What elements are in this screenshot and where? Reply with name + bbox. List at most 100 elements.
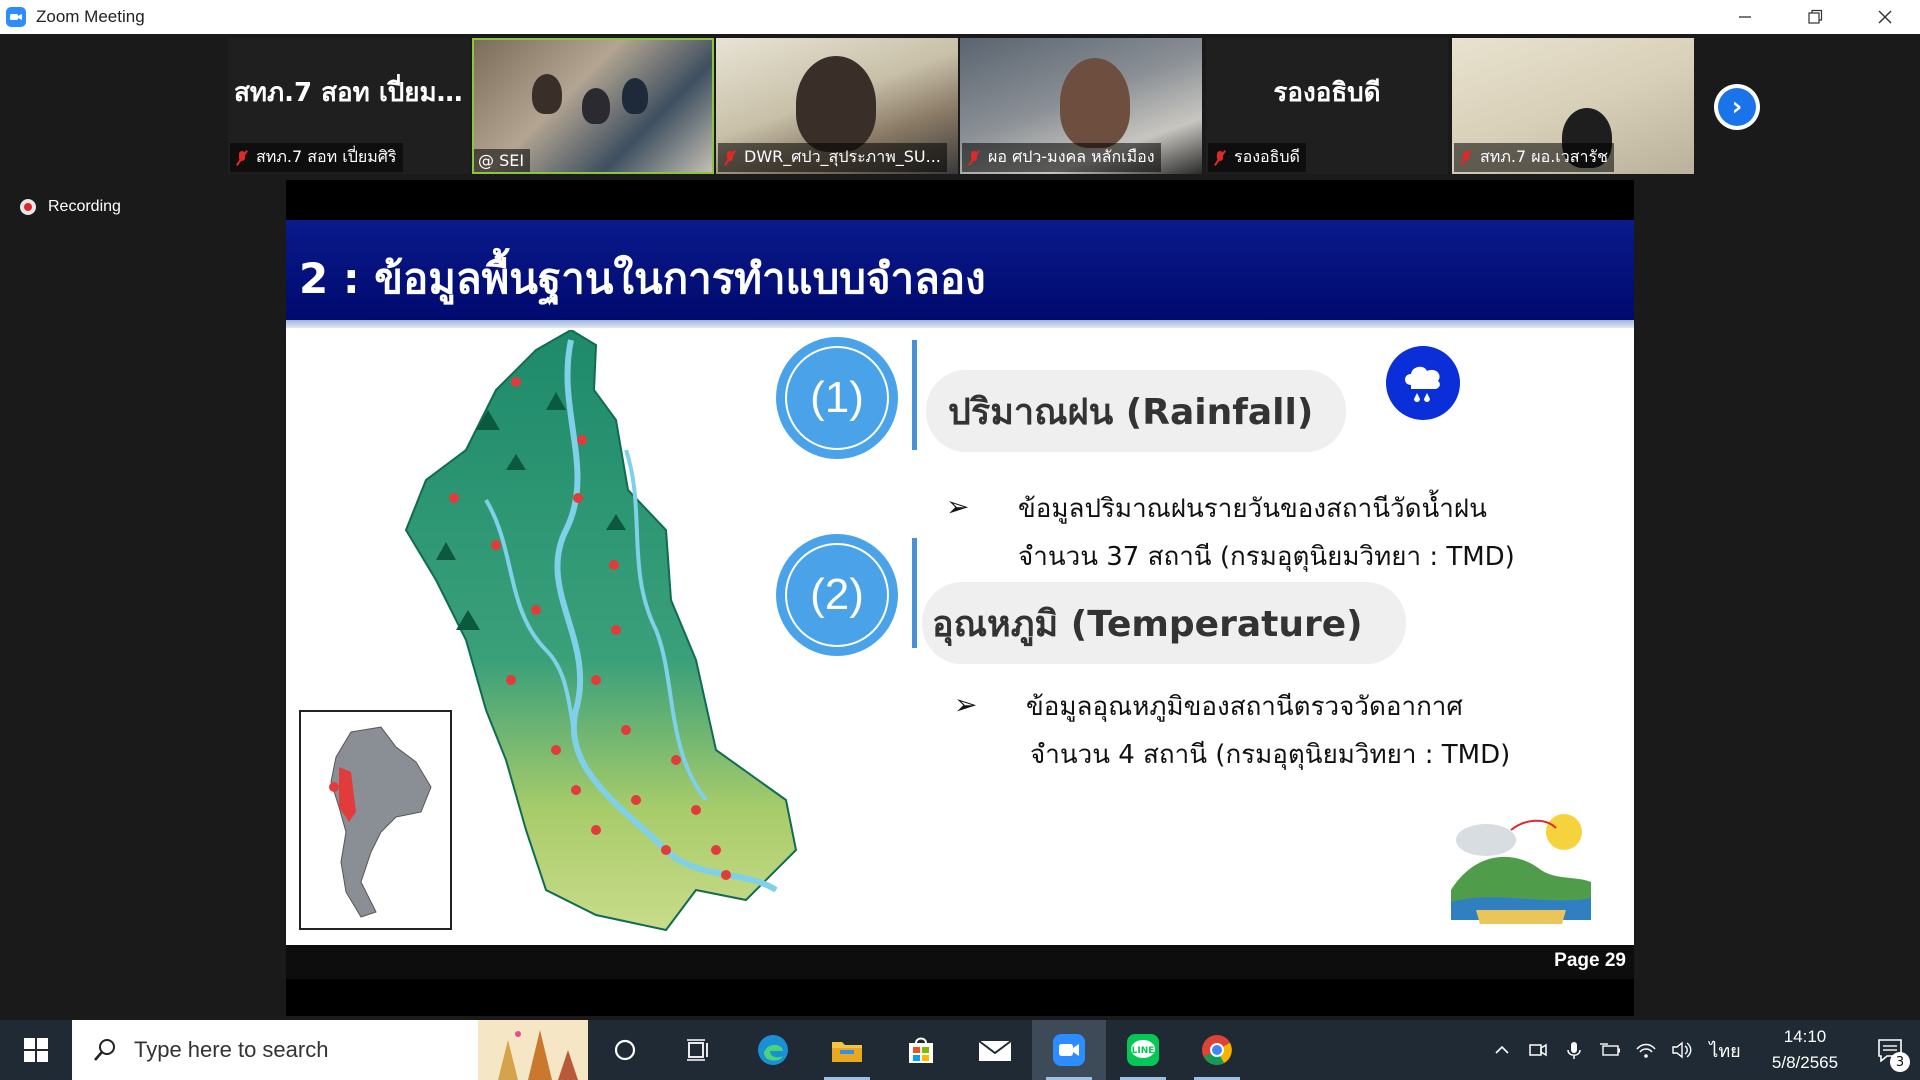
volume-button[interactable]	[1664, 1020, 1700, 1080]
recording-indicator[interactable]: Recording	[20, 198, 121, 216]
close-icon	[1878, 10, 1892, 24]
edge-icon	[758, 1035, 788, 1065]
network-button[interactable]	[1628, 1020, 1664, 1080]
participant-video-person	[532, 74, 562, 114]
action-center-button[interactable]: 3	[1860, 1020, 1920, 1080]
item-heading-pill: ปริมาณฝน (Rainfall)	[926, 370, 1346, 452]
chevron-right-icon: ›	[1718, 88, 1756, 126]
windows-taskbar: Type here to search LINE ไทย 14:10 5/8/2…	[0, 1020, 1920, 1080]
mail-icon	[978, 1040, 1012, 1061]
thailand-outline-image	[329, 726, 432, 918]
start-button[interactable]	[0, 1020, 72, 1080]
zoom-app-icon	[6, 7, 26, 27]
speaker-icon	[1672, 1041, 1692, 1059]
clock-date: 5/8/2565	[1771, 1053, 1839, 1072]
system-tray: ไทย 14:10 5/8/2565 3	[1484, 1020, 1920, 1080]
chevron-up-icon	[1495, 1045, 1509, 1054]
line-app-icon: LINE	[1127, 1034, 1159, 1066]
participant-tile[interactable]: สทภ.7 สอท เปี่ยม... สทภ.7 สอท เปี่ยมศิริ	[228, 38, 470, 174]
mic-muted-icon	[1212, 150, 1228, 166]
svg-text:LINE: LINE	[1132, 1046, 1155, 1056]
line-taskbar-button[interactable]: LINE	[1106, 1020, 1180, 1080]
camera-icon	[1529, 1043, 1547, 1057]
participant-tile[interactable]: สทภ.7 ผอ.เวสารัช	[1452, 38, 1694, 174]
shared-slide: 2 : ข้อมูลพื้นฐานในการทำแบบจำลอง (1) ปริ…	[286, 220, 1634, 945]
participant-tile[interactable]: รองอธิบดี รองอธิบดี	[1206, 38, 1448, 174]
folder-icon	[832, 1042, 862, 1062]
participant-label: สทภ.7 สอท เปี่ยมศิริ	[230, 143, 403, 172]
bullet-arrow-icon: ➢	[954, 688, 978, 721]
microphone-in-use-button[interactable]	[1556, 1020, 1592, 1080]
task-view-button[interactable]	[662, 1020, 736, 1080]
cortana-button[interactable]	[588, 1020, 662, 1080]
zoom-icon	[1053, 1034, 1085, 1066]
slide-title: 2 : ข้อมูลพื้นฐานในการทำแบบจำลอง	[299, 254, 986, 303]
participant-display-name: รองอธิบดี	[1273, 78, 1381, 108]
item-number-badge: (1)	[776, 337, 898, 459]
search-placeholder: Type here to search	[134, 1037, 329, 1062]
battery-button[interactable]	[1592, 1020, 1628, 1080]
store-taskbar-button[interactable]	[884, 1020, 958, 1080]
bullet-arrow-icon: ➢	[946, 490, 970, 523]
search-highlight-image	[478, 1020, 588, 1080]
water-cycle-image	[1451, 814, 1591, 924]
participant-name: สทภ.7 ผอ.เวสารัช	[1480, 147, 1608, 166]
item-heading: ปริมาณฝน (Rainfall)	[948, 391, 1314, 433]
participant-tile[interactable]: DWR_ศปว_สุประภาพ_SU...	[716, 38, 958, 174]
window-controls	[1710, 0, 1920, 34]
taskbar-clock[interactable]: 14:10 5/8/2565	[1750, 1024, 1860, 1076]
chrome-icon	[1202, 1035, 1232, 1065]
participant-name: @ SEI	[478, 151, 525, 170]
next-participants-button[interactable]: ›	[1714, 84, 1760, 130]
restore-button[interactable]	[1780, 0, 1850, 34]
item-number-text: (1)	[785, 346, 889, 450]
window-title: Zoom Meeting	[36, 7, 145, 26]
show-hidden-icons-button[interactable]	[1484, 1020, 1520, 1080]
search-icon	[94, 1039, 115, 1061]
participant-strip: สทภ.7 สอท เปี่ยม... สทภ.7 สอท เปี่ยมศิริ…	[0, 34, 1920, 176]
clock-time: 14:10	[1783, 1027, 1827, 1046]
slide-header: 2 : ข้อมูลพื้นฐานในการทำแบบจำลอง	[286, 220, 1634, 320]
minimize-button[interactable]	[1710, 0, 1780, 34]
participant-label: รองอธิบดี	[1208, 143, 1306, 172]
participant-label: DWR_ศปว_สุประภาพ_SU...	[718, 143, 947, 172]
mic-muted-icon	[722, 150, 738, 166]
file-explorer-taskbar-button[interactable]	[810, 1020, 884, 1080]
participant-label: สทภ.7 ผอ.เวสารัช	[1454, 143, 1614, 172]
participant-video-person	[622, 78, 648, 114]
store-bag-icon	[909, 1037, 933, 1063]
item-divider	[912, 340, 917, 450]
item-detail-line2: จำนวน 37 สถานี (กรมอุตุนิยมวิทยา : TMD)	[1018, 542, 1515, 572]
record-icon	[20, 199, 36, 215]
wifi-icon	[1636, 1043, 1656, 1058]
taskbar-search[interactable]: Type here to search	[72, 1020, 588, 1080]
rain-cloud-icon	[1386, 346, 1460, 420]
item-number-text: (2)	[785, 543, 889, 647]
chrome-taskbar-button[interactable]	[1180, 1020, 1254, 1080]
slide-header-divider	[286, 320, 1634, 328]
battery-icon	[1600, 1043, 1620, 1056]
input-language-button[interactable]: ไทย	[1700, 1036, 1750, 1065]
close-button[interactable]	[1850, 0, 1920, 34]
participant-video-person	[796, 56, 876, 152]
task-view-icon	[687, 1039, 708, 1061]
participant-name: รองอธิบดี	[1234, 147, 1300, 166]
participant-name: DWR_ศปว_สุประภาพ_SU...	[744, 147, 941, 166]
thailand-inset-map	[299, 710, 452, 930]
restore-icon	[1808, 9, 1823, 24]
windows-logo-icon	[24, 1038, 48, 1062]
participant-name: ผอ ศปว-มงคล หลักเมือง	[988, 147, 1155, 166]
zoom-taskbar-button[interactable]	[1032, 1020, 1106, 1080]
item-detail-line1: ข้อมูลอุณหภูมิของสถานีตรวจวัดอากาศ	[1026, 692, 1463, 722]
mail-taskbar-button[interactable]	[958, 1020, 1032, 1080]
participant-name: สทภ.7 สอท เปี่ยมศิริ	[256, 147, 397, 166]
meet-now-button[interactable]	[1520, 1020, 1556, 1080]
participant-tile-active-speaker[interactable]: @ SEI	[472, 38, 714, 174]
mic-muted-icon	[1458, 150, 1474, 166]
edge-taskbar-button[interactable]	[736, 1020, 810, 1080]
window-titlebar: Zoom Meeting	[0, 0, 1920, 34]
mic-muted-icon	[966, 150, 982, 166]
mic-muted-icon	[234, 150, 250, 166]
recording-label: Recording	[48, 198, 121, 215]
participant-tile[interactable]: ผอ ศปว-มงคล หลักเมือง	[960, 38, 1202, 174]
